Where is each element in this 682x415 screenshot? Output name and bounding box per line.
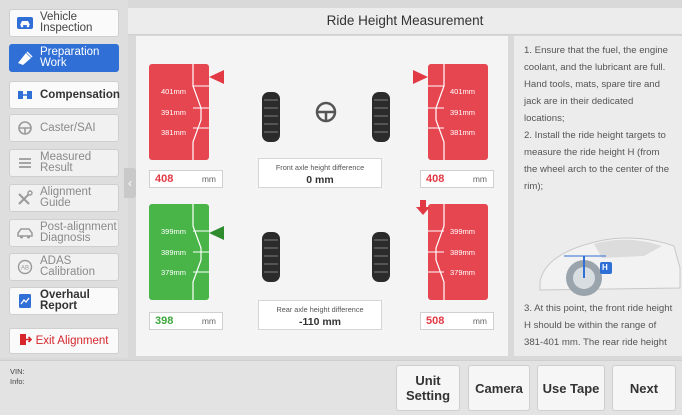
unit-label: mm	[201, 174, 216, 184]
list-icon	[14, 153, 36, 173]
next-button[interactable]: Next	[612, 365, 676, 411]
sidebar-item-overhaul-report[interactable]: Overhaul Report	[9, 287, 119, 315]
front-axle-height-difference: Front axle height difference 0 mm	[258, 158, 382, 188]
bottom-toolbar: VIN: Info: Unit Setting Camera Use Tape …	[0, 360, 682, 415]
car-ride-height-illustration: H	[534, 208, 682, 304]
steering-wheel-icon	[14, 118, 36, 138]
vehicle-inspection-icon	[14, 13, 36, 33]
chevron-left-icon: ‹	[128, 176, 132, 190]
compensation-icon	[14, 85, 36, 105]
rear-right-height-number: 508	[426, 315, 445, 327]
use-tape-button[interactable]: Use Tape	[537, 365, 605, 411]
sidebar-item-compensation[interactable]: Compensation	[9, 81, 120, 109]
ride-height-marker: H	[602, 263, 608, 272]
sidebar-item-label: Alignment Guide	[40, 186, 92, 209]
car-icon	[14, 223, 36, 243]
gauge-tick: 389mm	[450, 248, 476, 257]
adas-icon: AB	[14, 257, 36, 277]
instruction-step-3: 3. At this point, the front ride height …	[524, 303, 673, 348]
front-left-height-gauge: 401mm 391mm 381mm	[149, 64, 209, 160]
gauge-tick: 401mm	[450, 87, 476, 96]
sidebar-item-post-alignment-diagnosis[interactable]: Post-alignment Diagnosis	[9, 219, 119, 247]
rear-axle-diff-value: -110 mm	[298, 316, 342, 328]
gauge-tick: 391mm	[450, 108, 476, 117]
unit-label: mm	[472, 174, 487, 184]
front-right-height-value: 408 mm	[420, 170, 494, 188]
gauge-tick: 399mm	[161, 227, 187, 236]
gauge-tick: 381mm	[450, 128, 476, 137]
rear-left-height-number: 398	[155, 315, 174, 327]
report-icon	[14, 291, 36, 311]
tools-icon	[14, 188, 36, 208]
preparation-icon	[14, 48, 36, 68]
instruction-step-1: 1. Ensure that the fuel, the engine cool…	[524, 45, 669, 124]
front-left-height-value: 408 mm	[149, 170, 223, 188]
camera-button[interactable]: Camera	[468, 365, 530, 411]
vehicle-info: VIN: Info:	[10, 367, 25, 387]
unit-label: mm	[201, 316, 216, 326]
unit-label: mm	[472, 316, 487, 326]
exit-alignment-label: Exit Alignment	[35, 335, 109, 347]
sidebar-collapse-handle[interactable]: ‹	[124, 168, 136, 198]
exit-alignment-button[interactable]: Exit Alignment	[9, 328, 119, 354]
gauge-tick: 379mm	[161, 268, 187, 277]
front-left-height-number: 408	[155, 173, 174, 185]
front-right-height-gauge: 401mm 391mm 381mm	[428, 64, 488, 160]
sidebar: Vehicle Inspection Preparation Work Comp…	[0, 0, 128, 358]
rear-left-height-value: 398 mm	[149, 312, 223, 330]
rear-axle-diff-label: Rear axle height difference	[276, 305, 364, 314]
front-axle-diff-value: 0 mm	[306, 174, 334, 186]
sidebar-item-adas-calibration[interactable]: AB ADAS Calibration	[9, 253, 119, 281]
rear-right-height-gauge: 399mm 389mm 379mm	[428, 204, 488, 300]
sidebar-item-preparation-work[interactable]: Preparation Work	[9, 44, 119, 72]
gauge-tick: 399mm	[450, 227, 476, 236]
sidebar-item-label: ADAS Calibration	[40, 255, 95, 278]
rear-left-height-gauge: 399mm 389mm 379mm	[149, 204, 209, 300]
ride-height-diagram: 401mm 391mm 381mm 401mm 391mm 381mm 408 …	[136, 36, 508, 356]
instruction-step-2: 2. Install the ride height targets to me…	[524, 130, 670, 192]
gauge-tick: 389mm	[161, 248, 187, 257]
rear-right-height-value: 508 mm	[420, 312, 494, 330]
gauge-tick: 391mm	[161, 108, 187, 117]
page-title: Ride Height Measurement	[128, 8, 682, 35]
front-right-height-number: 408	[426, 173, 445, 185]
exit-icon	[19, 334, 32, 348]
rear-left-indicator-flag-icon	[209, 226, 224, 240]
gauge-tick: 401mm	[161, 87, 187, 96]
sidebar-item-alignment-guide[interactable]: Alignment Guide	[9, 184, 119, 212]
front-axle-diff-label: Front axle height difference	[275, 163, 365, 172]
sidebar-item-label: Post-alignment Diagnosis	[40, 221, 117, 244]
gauge-tick: 381mm	[161, 128, 187, 137]
sidebar-item-vehicle-inspection[interactable]: Vehicle Inspection	[9, 9, 119, 37]
unit-setting-button[interactable]: Unit Setting	[396, 365, 460, 411]
sidebar-item-label: Overhaul Report	[40, 289, 90, 312]
sidebar-item-measured-result[interactable]: Measured Result	[9, 149, 119, 177]
front-axle-wheels	[262, 92, 390, 142]
info-label: Info:	[10, 377, 25, 386]
rear-axle-height-difference: Rear axle height difference -110 mm	[258, 300, 382, 330]
front-right-indicator-flag-icon	[413, 70, 428, 84]
gauge-tick: 379mm	[450, 268, 476, 277]
instructions-panel[interactable]: 1. Ensure that the fuel, the engine cool…	[514, 36, 682, 356]
sidebar-item-label: Vehicle Inspection	[40, 11, 93, 34]
sidebar-item-label: Compensation	[40, 88, 120, 101]
sidebar-item-label: Caster/SAI	[40, 121, 96, 134]
front-left-indicator-flag-icon	[209, 70, 224, 84]
sidebar-item-caster-sai[interactable]: Caster/SAI	[9, 114, 119, 142]
rear-axle-wheels	[262, 232, 390, 282]
sidebar-item-label: Preparation Work	[40, 46, 100, 69]
vin-label: VIN:	[10, 367, 25, 376]
svg-text:AB: AB	[21, 266, 29, 272]
sidebar-item-label: Measured Result	[40, 151, 92, 174]
rear-right-arrow-down-icon	[416, 200, 430, 215]
